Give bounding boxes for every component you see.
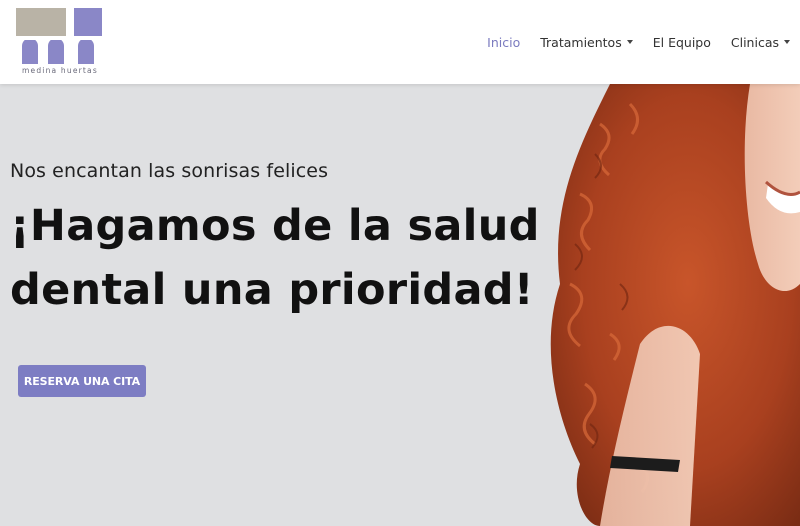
smiling-woman-curly-red-hair-photo: [550, 84, 800, 526]
logo[interactable]: medina huertas: [16, 8, 104, 76]
hero-headline-line: dental una prioridad!: [10, 265, 534, 315]
mh-logo-icon: [16, 8, 102, 64]
caret-down-icon: [626, 40, 633, 44]
nav-item-el-equipo[interactable]: El Equipo: [653, 35, 711, 50]
nav-item-label: Tratamientos: [540, 34, 622, 50]
main-nav: Inicio Tratamientos El Equipo Clinicas: [467, 0, 790, 84]
nav-item-label: Clinicas: [730, 34, 779, 50]
nav-item-label: El Equipo: [652, 34, 711, 50]
hero-subtitle: Nos encantan las sonrisas felices: [10, 160, 329, 182]
nav-item-inicio[interactable]: Inicio: [487, 35, 520, 50]
caret-down-icon: [784, 40, 790, 44]
site-header: medina huertas Inicio Tratamientos El Eq…: [0, 0, 800, 84]
book-appointment-button[interactable]: RESERVA UNA CITA: [18, 365, 146, 397]
hero-headline: ¡Hagamos de la salud dental una priorida…: [10, 194, 550, 322]
logo-text: medina huertas: [22, 66, 98, 75]
nav-item-clinicas[interactable]: Clinicas: [731, 35, 790, 50]
hero-headline-line: ¡Hagamos de la salud: [10, 201, 540, 251]
hero-banner: Nos encantan las sonrisas felices ¡Hagam…: [0, 84, 800, 526]
nav-item-label: Inicio: [487, 34, 521, 50]
nav-item-tratamientos[interactable]: Tratamientos: [540, 34, 633, 50]
